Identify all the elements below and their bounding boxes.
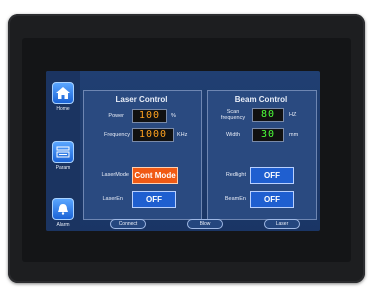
laseren-label: LaserEn [102,196,124,202]
width-unit: mm [289,132,299,138]
frequency-unit: KHz [177,132,188,138]
scan-frequency-label: Scan frequency [220,109,246,121]
param-icon [52,141,74,163]
connect-button[interactable]: Connect [110,219,146,229]
laseren-toggle[interactable]: OFF [132,191,176,208]
redlight-label: Redlight [225,172,246,178]
beamen-label: BeamEn [224,196,246,202]
alarm-icon [52,198,74,220]
laser-control-title: Laser Control [115,95,168,104]
width-label: Width [225,132,240,138]
hmi-screen: Home Param Alarm Laser Control Power 100… [46,71,320,231]
power-unit: % [171,113,176,119]
sidebar-item-alarm[interactable]: Alarm [46,198,80,228]
home-icon [52,82,74,104]
beam-control-title: Beam Control [234,95,288,104]
frequency-value[interactable]: 1000 [132,128,174,142]
lasermode-button[interactable]: Cont Mode [132,167,178,184]
laser-button[interactable]: Laser [264,219,300,229]
beamen-toggle[interactable]: OFF [250,191,294,208]
sidebar: Home Param Alarm [46,71,80,231]
blow-button[interactable]: Blow [187,219,223,229]
sidebar-item-label: Param [55,165,71,171]
sidebar-item-label: Alarm [56,222,70,228]
sidebar-item-home[interactable]: Home [46,82,80,112]
lasermode-label: LaserMode [101,172,129,178]
power-value[interactable]: 100 [132,109,167,123]
redlight-toggle[interactable]: OFF [250,167,294,184]
sidebar-item-param[interactable]: Param [46,141,80,171]
frequency-label: Frequency [104,132,130,138]
scan-frequency-unit: HZ [289,112,297,118]
sidebar-item-label: Home [56,106,70,112]
width-value[interactable]: 30 [252,128,284,142]
scan-frequency-value[interactable]: 80 [252,108,284,122]
power-label: Power [108,113,124,119]
